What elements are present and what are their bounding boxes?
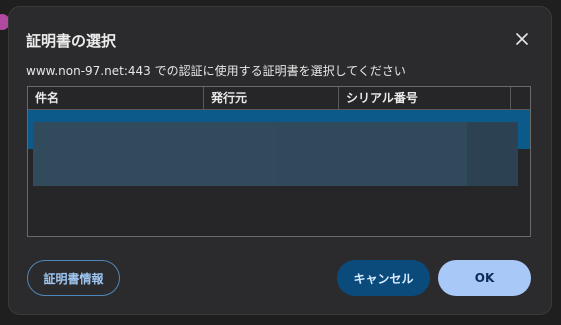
certificate-info-button[interactable]: 証明書情報 xyxy=(27,260,120,296)
close-button[interactable] xyxy=(511,28,533,50)
redaction-block xyxy=(467,122,518,186)
dialog-title: 証明書の選択 xyxy=(26,32,117,50)
dialog-message: www.non-97.net:443 での認証に使用する証明書を選択してください xyxy=(26,64,406,78)
column-header-serial[interactable]: シリアル番号 xyxy=(339,87,511,109)
certificate-selection-dialog: 証明書の選択 www.non-97.net:443 での認証に使用する証明書を選… xyxy=(8,6,552,315)
column-header-subject[interactable]: 件名 xyxy=(28,87,204,109)
redaction-block xyxy=(33,122,277,186)
redaction-block xyxy=(277,122,467,186)
certificate-table: 件名 発行元 シリアル番号 xyxy=(27,86,531,237)
close-icon xyxy=(516,30,528,49)
column-header-issuer[interactable]: 発行元 xyxy=(204,87,339,109)
redacted-certificate-info xyxy=(33,122,518,186)
cancel-button[interactable]: キャンセル xyxy=(337,260,430,296)
table-header: 件名 発行元 シリアル番号 xyxy=(28,87,530,110)
ok-button[interactable]: OK xyxy=(438,260,531,296)
column-header-extra xyxy=(511,87,530,109)
